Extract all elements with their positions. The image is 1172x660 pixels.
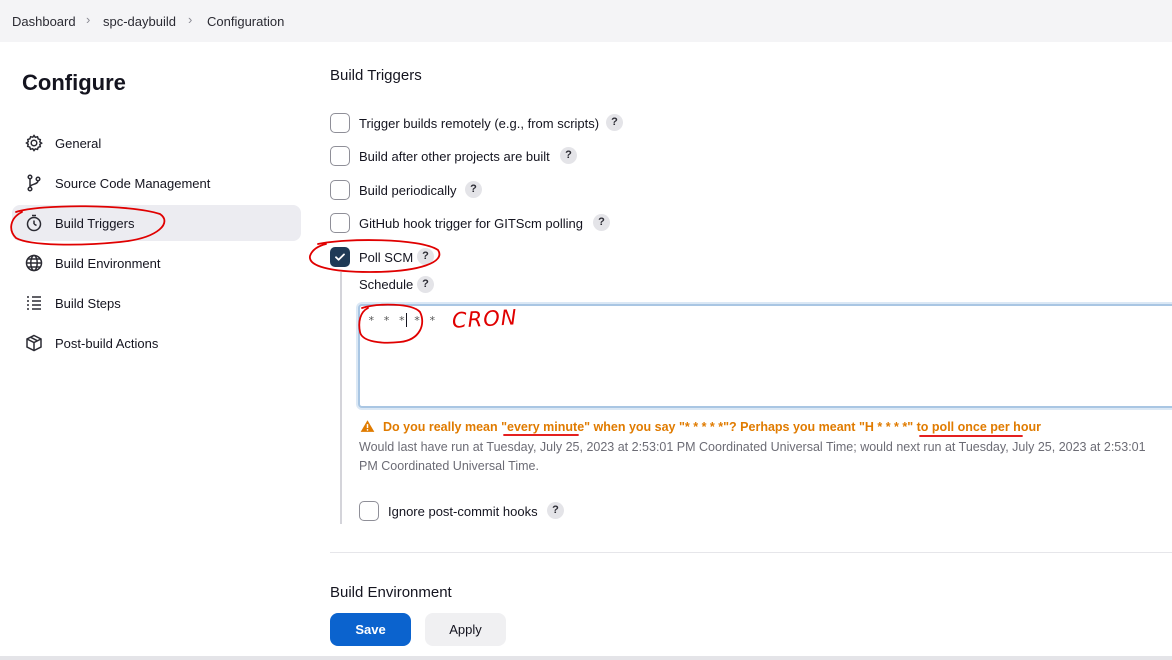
section-title-build-environment: Build Environment [330, 584, 452, 601]
breadcrumb: Dashboard › spc-daybuild › Configuration [0, 0, 1172, 42]
package-icon [26, 334, 42, 352]
check-icon [335, 253, 345, 261]
sidebar-title: Configure [22, 70, 126, 95]
ignore-hooks-checkbox[interactable] [359, 501, 379, 521]
sidebar-item-label: Build Environment [55, 256, 161, 271]
trigger-github-hook-label[interactable]: GitHub hook trigger for GITScm polling [359, 216, 583, 231]
trigger-periodically-checkbox[interactable] [330, 180, 350, 200]
bottom-action-bar [0, 600, 1172, 660]
help-icon[interactable]: ? [417, 248, 434, 265]
help-icon[interactable]: ? [547, 502, 564, 519]
schedule-value: * * * * * [368, 314, 437, 327]
trigger-after-other-checkbox[interactable] [330, 146, 350, 166]
trigger-periodically-label[interactable]: Build periodically [359, 183, 457, 198]
apply-button[interactable]: Apply [425, 613, 506, 646]
sidebar-item-source-code-management[interactable]: Source Code Management [12, 165, 301, 201]
warning-icon [360, 420, 375, 432]
help-icon[interactable]: ? [593, 214, 610, 231]
breadcrumb-configuration[interactable]: Configuration [207, 14, 284, 29]
chevron-right-icon: › [86, 12, 91, 27]
sidebar-item-build-steps[interactable]: Build Steps [12, 285, 301, 321]
help-icon[interactable]: ? [606, 114, 623, 131]
help-icon[interactable]: ? [465, 181, 482, 198]
trigger-github-hook-checkbox[interactable] [330, 213, 350, 233]
help-icon[interactable]: ? [560, 147, 577, 164]
help-icon[interactable]: ? [417, 276, 434, 293]
sidebar-item-label: Build Steps [55, 296, 121, 311]
trigger-poll-scm-checkbox[interactable] [330, 247, 350, 267]
clock-icon [26, 214, 42, 232]
list-icon [27, 296, 41, 310]
trigger-poll-scm-label[interactable]: Poll SCM [359, 250, 413, 265]
schedule-warning-text: Do you really mean "every minute" when y… [383, 420, 1041, 434]
poll-scm-nested-indicator [340, 272, 342, 524]
schedule-textarea[interactable]: * * * * * [358, 304, 1172, 408]
trigger-after-other-label[interactable]: Build after other projects are built [359, 149, 550, 164]
text-caret [406, 313, 407, 327]
globe-icon [25, 254, 43, 272]
save-button[interactable]: Save [330, 613, 411, 646]
ignore-hooks-label[interactable]: Ignore post-commit hooks [388, 504, 538, 519]
section-divider [330, 552, 1172, 553]
schedule-label: Schedule [359, 277, 414, 292]
sidebar-item-label: Source Code Management [55, 176, 211, 191]
trigger-remote-checkbox[interactable] [330, 113, 350, 133]
gear-icon [25, 134, 43, 152]
trigger-remote-label[interactable]: Trigger builds remotely (e.g., from scri… [359, 116, 599, 131]
sidebar-item-label: Build Triggers [55, 216, 135, 231]
chevron-right-icon: › [188, 12, 193, 27]
schedule-warning: Do you really mean "every minute" when y… [360, 419, 1041, 434]
sidebar-item-general[interactable]: General [12, 125, 301, 161]
section-title-build-triggers: Build Triggers [330, 67, 422, 84]
breadcrumb-project[interactable]: spc-daybuild [103, 14, 176, 29]
schedule-info: Would last have run at Tuesday, July 25,… [359, 440, 1146, 473]
sidebar-item-post-build-actions[interactable]: Post-build Actions [12, 325, 301, 361]
horizontal-scrollbar[interactable] [0, 656, 1172, 660]
breadcrumb-dashboard[interactable]: Dashboard [12, 14, 76, 29]
sidebar-item-build-triggers[interactable]: Build Triggers [12, 205, 301, 241]
sidebar-item-label: Post-build Actions [55, 336, 159, 351]
sidebar-item-build-environment[interactable]: Build Environment [12, 245, 301, 281]
sidebar-item-label: General [55, 136, 102, 151]
branch-icon [27, 174, 41, 192]
